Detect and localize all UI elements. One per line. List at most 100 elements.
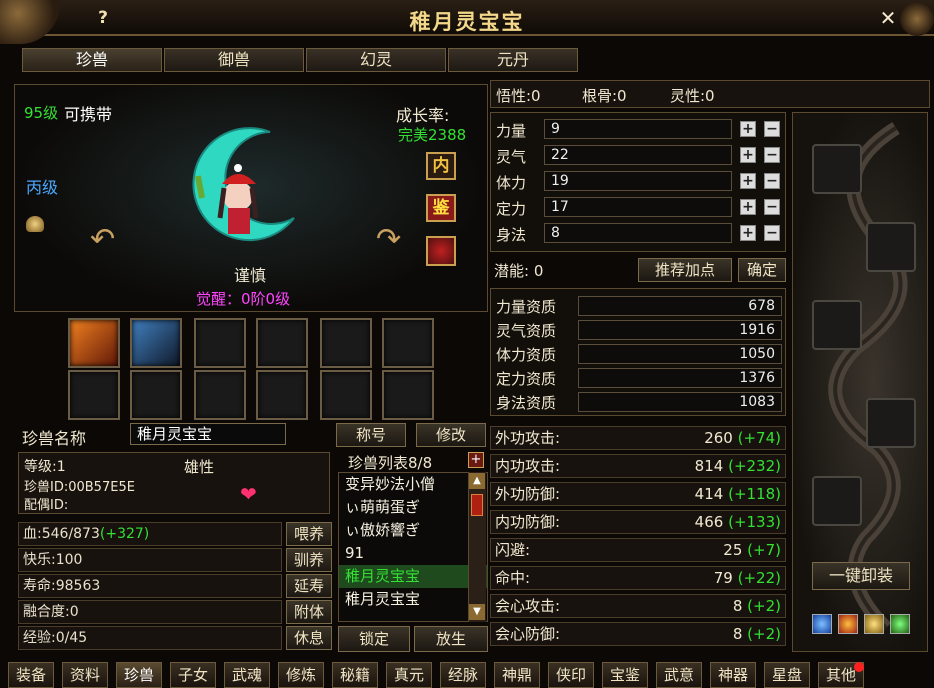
scroll-up-icon[interactable]: ▲ [469,473,485,489]
hp-text: 血:546/873 [23,526,100,542]
pet-grade: 丙级 [26,178,59,197]
scroll-down-icon[interactable]: ▼ [469,604,485,620]
tab-zhenshou[interactable]: 珍兽 [22,48,162,72]
tab-yushou[interactable]: 御兽 [164,48,304,72]
pet-list-item[interactable]: 91 [339,542,487,565]
rotate-left-icon[interactable]: ↶ [90,225,126,255]
skill-slot-8[interactable] [130,370,182,420]
pet-list-item[interactable]: 变异妙法小僧 [339,473,487,496]
equip-slot-2[interactable] [866,222,916,272]
equip-slot-4[interactable] [866,398,916,448]
attr-plus-icon[interactable]: + [740,147,756,163]
attr-value-spirit: 22 [544,145,732,165]
aptitude-value: 678 [578,296,782,316]
skill-slot-6[interactable] [382,318,434,368]
pet-list-item[interactable]: ぃ萌萌蛋ぎ [339,496,487,519]
pet-level-info: 等级:1 [24,459,66,475]
bottom-tab-pet[interactable]: 珍兽 [116,662,162,688]
attr-plus-icon[interactable]: + [740,121,756,137]
attr-plus-icon[interactable]: + [740,225,756,241]
attr-minus-icon[interactable]: − [764,225,780,241]
feed-button[interactable]: 喂养 [286,522,332,546]
attr-minus-icon[interactable]: − [764,121,780,137]
pet-list-item[interactable]: ぃ傲娇響ぎ [339,519,487,542]
possess-button[interactable]: 附体 [286,600,332,624]
skill-slot-11[interactable] [320,370,372,420]
recommend-button[interactable]: 推荐加点 [638,258,732,282]
bottom-tab-wuyi[interactable]: 武意 [656,662,702,688]
skill-slot-7[interactable] [68,370,120,420]
skill-slot-10[interactable] [256,370,308,420]
buff-icon-blue[interactable] [812,614,832,634]
attr-minus-icon[interactable]: − [764,173,780,189]
bottom-tab-equipment[interactable]: 装备 [8,662,54,688]
fusion-text: 融合度:0 [23,604,79,620]
inner-button[interactable]: 内 [426,152,456,180]
bottom-tab-starchart[interactable]: 星盘 [764,662,810,688]
combat-value: 79 [713,569,733,587]
equip-slot-3[interactable] [812,300,862,350]
skill-slot-12[interactable] [382,370,434,420]
combat-label: 内功攻击: [495,457,561,475]
close-icon[interactable]: ✕ [876,6,900,30]
tame-button[interactable]: 驯养 [286,548,332,572]
attr-plus-icon[interactable]: + [740,173,756,189]
pet-list-item-selected[interactable]: 稚月灵宝宝 [339,565,487,588]
title-button[interactable]: 称号 [336,423,406,447]
bottom-tab-artifact[interactable]: 神器 [710,662,756,688]
hat-icon[interactable] [26,216,44,232]
tab-huanling[interactable]: 幻灵 [306,48,446,72]
buff-icon-fire[interactable] [838,614,858,634]
skill-red-icon[interactable] [426,236,456,266]
bottom-tab-shending[interactable]: 神鼎 [494,662,540,688]
bottom-tab-cultivate[interactable]: 修炼 [278,662,324,688]
combat-value: 8 [732,625,743,643]
bottom-tab-xiayin[interactable]: 侠印 [548,662,594,688]
skill-slot-5[interactable] [320,318,372,368]
unequip-all-button[interactable]: 一键卸装 [812,562,910,590]
combat-value: 814 [694,457,724,475]
combat-label: 命中: [495,569,531,587]
combat-bonus: (+2) [747,625,781,643]
scroll-thumb[interactable] [471,494,483,516]
extend-life-button[interactable]: 延寿 [286,574,332,598]
attr-minus-icon[interactable]: − [764,199,780,215]
combat-stat-row: 外功攻击: 260 (+74) [490,426,786,450]
buff-icon-green[interactable] [890,614,910,634]
buff-icon-gold[interactable] [864,614,884,634]
equip-slot-1[interactable] [812,144,862,194]
equip-slot-5[interactable] [812,476,862,526]
skill-slot-9[interactable] [194,370,246,420]
confirm-button[interactable]: 确定 [738,258,786,282]
bottom-tab-baojian[interactable]: 宝鉴 [602,662,648,688]
status-lifespan: 寿命:98563 [18,574,282,598]
bottom-tab-children[interactable]: 子女 [170,662,216,688]
status-hp: 血:546/873(+327) [18,522,282,546]
tab-yuandan[interactable]: 元丹 [448,48,578,72]
bottom-tab-zhenyuan[interactable]: 真元 [386,662,432,688]
appraise-button[interactable]: 鉴 [426,194,456,222]
dragon-decoration [828,122,908,633]
combat-bonus: (+7) [747,541,781,559]
modify-button[interactable]: 修改 [416,423,486,447]
bottom-tab-meridian[interactable]: 经脉 [440,662,486,688]
pet-list-add-icon[interactable]: + [468,452,484,468]
attr-plus-icon[interactable]: + [740,199,756,215]
combat-label: 会心攻击: [495,597,561,615]
skill-slot-2[interactable] [130,318,182,368]
rest-button[interactable]: 休息 [286,626,332,650]
attr-minus-icon[interactable]: − [764,147,780,163]
bottom-tab-wuhun[interactable]: 武魂 [224,662,270,688]
skill-slot-1[interactable] [68,318,120,368]
release-button[interactable]: 放生 [414,626,488,652]
combat-bonus: (+118) [728,485,781,503]
pet-name-input[interactable]: 稚月灵宝宝 [130,423,286,445]
pet-list[interactable]: 变异妙法小僧 ぃ萌萌蛋ぎ ぃ傲娇響ぎ 91 稚月灵宝宝 稚月灵宝宝 [338,472,488,622]
bottom-tab-profile[interactable]: 资料 [62,662,108,688]
bottom-tab-secrets[interactable]: 秘籍 [332,662,378,688]
rotate-right-icon[interactable]: ↷ [376,225,412,255]
skill-slot-4[interactable] [256,318,308,368]
lock-button[interactable]: 锁定 [338,626,410,652]
skill-slot-3[interactable] [194,318,246,368]
pet-list-item[interactable]: 稚月灵宝宝 [339,588,487,611]
